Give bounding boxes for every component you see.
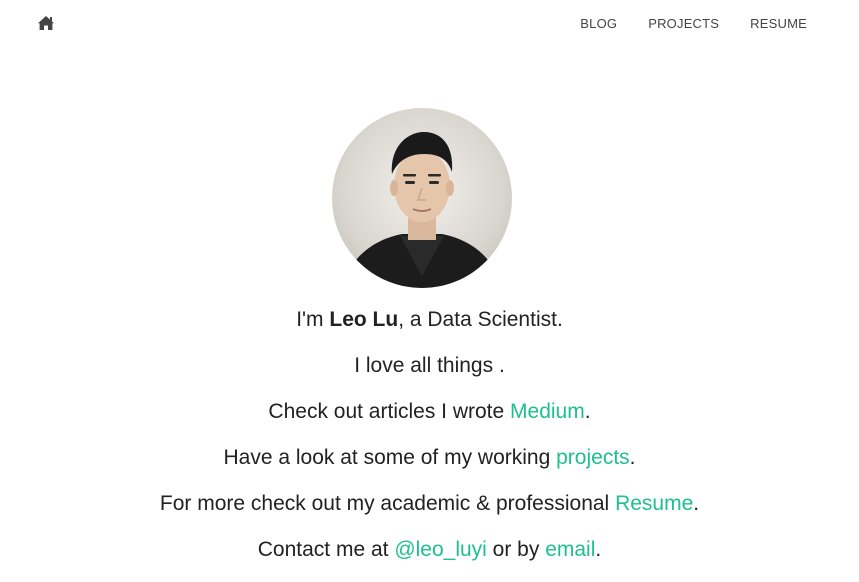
bio-love-text: I love all things . [354, 354, 505, 377]
bio-projects-pre: Have a look at some of my working [223, 446, 557, 469]
avatar [332, 108, 512, 288]
bio: I'm Leo Lu, a Data Scientist. I love all… [0, 308, 859, 582]
bio-resume-post: . [693, 492, 700, 515]
projects-link[interactable]: projects [556, 446, 630, 469]
bio-articles-pre: Check out articles I wrote [268, 400, 511, 423]
bio-intro: I'm Leo Lu, a Data Scientist. [0, 308, 859, 331]
bio-contact-post: . [595, 538, 602, 561]
resume-link[interactable]: Resume [615, 492, 693, 515]
bio-projects-post: . [629, 446, 636, 469]
bio-articles-post: . [584, 400, 591, 423]
bio-contact: Contact me at @leo_luyi or by email. [0, 538, 859, 561]
bio-intro-pre: I'm [296, 308, 330, 331]
bio-love: I love all things . [0, 354, 859, 377]
bio-name: Leo Lu [329, 308, 399, 331]
bio-resume: For more check out my academic & profess… [0, 492, 859, 515]
nav-resume[interactable]: RESUME [750, 16, 807, 31]
bio-contact-pre: Contact me at [257, 538, 395, 561]
email-link[interactable]: email [545, 538, 595, 561]
profile-photo [342, 132, 502, 288]
twitter-link[interactable]: @leo_luyi [394, 538, 487, 561]
medium-link[interactable]: Medium [510, 400, 585, 423]
home-icon [38, 16, 54, 30]
bio-resume-pre: For more check out my academic & profess… [159, 492, 616, 515]
home-link[interactable] [37, 15, 55, 31]
bio-contact-mid: or by [486, 538, 546, 561]
bio-articles: Check out articles I wrote Medium. [0, 400, 859, 423]
nav-blog[interactable]: BLOG [580, 16, 617, 31]
top-nav: BLOG PROJECTS RESUME [580, 16, 807, 31]
nav-projects[interactable]: PROJECTS [648, 16, 719, 31]
bio-intro-post: , a Data Scientist. [398, 308, 563, 331]
page: BLOG PROJECTS RESUME I'm Leo Lu, a Data … [0, 0, 859, 582]
bio-projects: Have a look at some of my working projec… [0, 446, 859, 469]
